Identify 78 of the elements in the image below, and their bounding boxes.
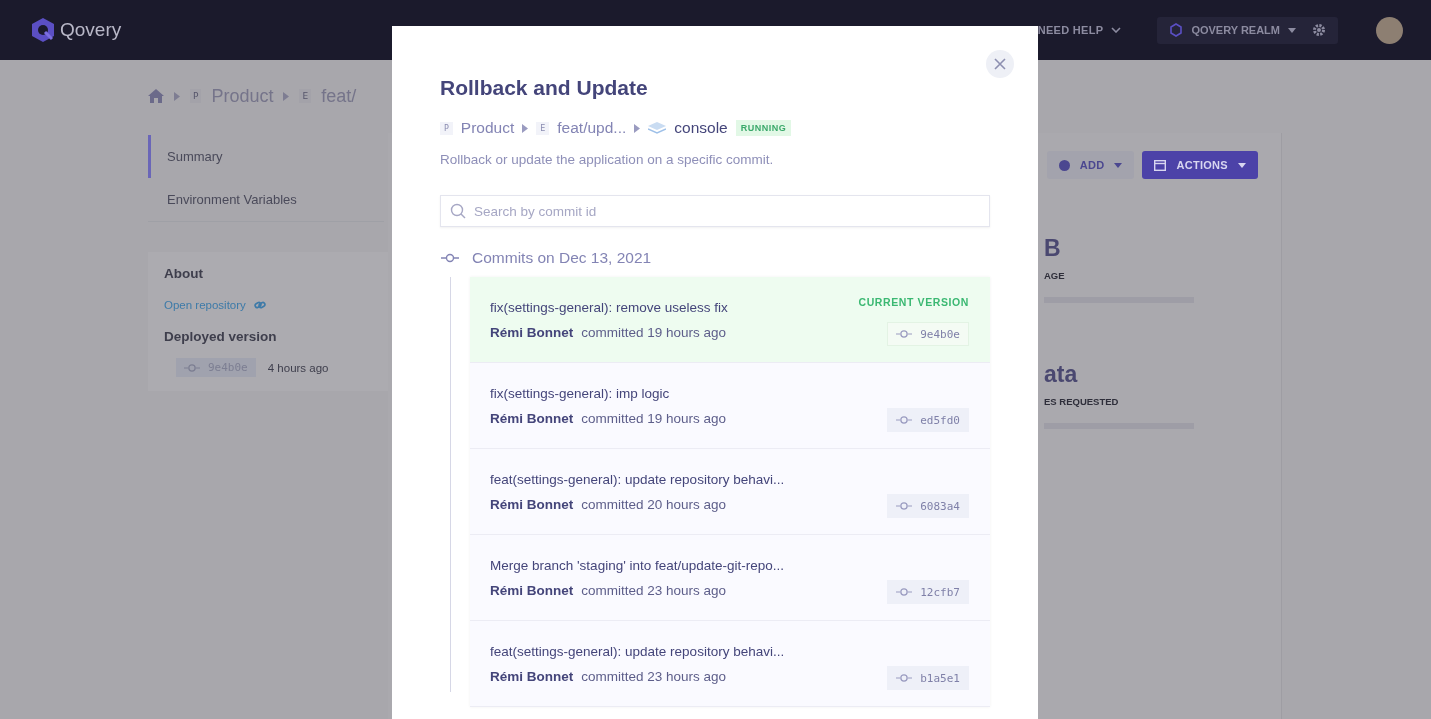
help-menu[interactable]: NEED HELP xyxy=(1037,24,1122,36)
deploy-time: 4 hours ago xyxy=(267,361,329,374)
path-label: feat/upd... xyxy=(557,119,627,137)
search-icon xyxy=(450,203,466,219)
gear-icon xyxy=(1312,23,1326,37)
commit-icon xyxy=(896,329,913,339)
actions-button[interactable]: ACTIONS xyxy=(1142,151,1258,179)
commit-hash: 12cfb7 xyxy=(887,580,969,604)
path-label: console xyxy=(674,119,728,137)
circle-icon xyxy=(1058,159,1070,171)
section-title: About xyxy=(164,266,204,281)
commit-time: committed 23 hours ago xyxy=(581,668,727,684)
commit-author: Rémi Bonnet xyxy=(490,668,574,684)
commit-message: Merge branch 'staging' into feat/update-git-repo... xyxy=(490,557,786,573)
search-field[interactable]: Search by commit id xyxy=(440,195,990,227)
level-badge: E xyxy=(536,121,550,135)
commit-icon xyxy=(440,253,460,263)
sidebar-item[interactable]: Environment Variables xyxy=(148,178,384,221)
commit-author: Rémi Bonnet xyxy=(490,410,574,426)
logo-text: Qovery xyxy=(60,19,122,41)
level-badge: P xyxy=(440,121,453,135)
commit-icon xyxy=(896,415,913,425)
commit-time: committed 19 hours ago xyxy=(581,410,727,426)
commit-icon xyxy=(896,501,913,511)
logo-icon xyxy=(30,17,56,43)
commit-author: Rémi Bonnet xyxy=(490,496,574,512)
commit-hash: b1a5e1 xyxy=(887,666,969,690)
commit-message: feat(settings-general): update repository behavi... xyxy=(490,643,786,659)
stat-value: B xyxy=(1044,235,1062,262)
commit-hash: ed5fd0 xyxy=(887,408,969,432)
commit-icon xyxy=(184,362,200,373)
commit-row[interactable]: fix(settings-general): remove useless fix Rémi Bonnet committed 19 hours ago CURRENT VERSION 9e4b0e xyxy=(470,277,990,363)
window-icon xyxy=(1154,159,1167,171)
stat-label: AGE xyxy=(1044,270,1066,281)
commit-message: fix(settings-general): imp logic xyxy=(490,385,671,401)
caret-down-icon xyxy=(1288,27,1296,33)
status-badge: RUNNING xyxy=(735,120,792,136)
commit-time: committed 20 hours ago xyxy=(581,496,727,512)
stat-label: ES REQUESTED xyxy=(1044,396,1120,407)
commit-icon xyxy=(896,587,913,597)
chevron-down-icon xyxy=(1111,27,1122,33)
hexagon-icon xyxy=(1169,23,1184,37)
modal-description: Rollback or update the application on a specific commit. xyxy=(440,152,775,167)
add-button[interactable]: ADD xyxy=(1046,151,1135,179)
commit-row[interactable]: feat(settings-general): update repository behavi... Rémi Bonnet committed 20 hours ago 6083a4 xyxy=(470,449,990,535)
close-button[interactable] xyxy=(986,50,1014,78)
caret-down-icon xyxy=(1238,162,1246,168)
current-version-label: CURRENT VERSION xyxy=(858,296,969,308)
commit-row[interactable]: Merge branch 'staging' into feat/update-git-repo... Rémi Bonnet committed 23 hours ago 12cfb7 xyxy=(470,535,990,621)
level-badge: P xyxy=(190,89,202,103)
commit-hash: 9e4b0e xyxy=(887,322,969,346)
group-title: Commits on Dec 13, 2021 xyxy=(472,249,652,267)
commit-icon xyxy=(896,673,913,683)
link-icon xyxy=(253,300,266,310)
caret-icon xyxy=(522,123,529,133)
path-label: Product xyxy=(460,119,515,137)
caret-icon xyxy=(283,91,290,101)
commit-row[interactable]: feat(settings-general): update repository behavi... Rémi Bonnet committed 23 hours ago b1a5e1 xyxy=(470,621,990,707)
caret-down-icon xyxy=(1114,162,1123,168)
modal-title: Rollback and Update xyxy=(440,76,649,100)
commit-author: Rémi Bonnet xyxy=(490,582,574,598)
level-badge: E xyxy=(299,89,312,103)
caret-icon xyxy=(634,123,641,133)
user-avatar[interactable] xyxy=(1376,16,1403,44)
commit-author: Rémi Bonnet xyxy=(490,324,574,340)
commit-message: fix(settings-general): remove useless fix xyxy=(490,299,729,315)
caret-icon xyxy=(174,91,180,101)
commit-message: feat(settings-general): update repository behavi... xyxy=(490,471,786,487)
stack-icon xyxy=(648,122,667,134)
settings-button[interactable] xyxy=(1312,23,1326,37)
stat-value: ata xyxy=(1044,361,1079,388)
commit-row[interactable]: fix(settings-general): imp logic Rémi Bonnet committed 19 hours ago ed5fd0 xyxy=(470,363,990,449)
commit-time: committed 23 hours ago xyxy=(581,582,727,598)
sidebar-item[interactable]: Summary xyxy=(148,135,384,178)
section-title: Deployed version xyxy=(164,329,278,344)
close-icon xyxy=(994,58,1006,70)
commit-time: committed 19 hours ago xyxy=(581,324,727,340)
commit-hash: 6083a4 xyxy=(887,494,969,518)
